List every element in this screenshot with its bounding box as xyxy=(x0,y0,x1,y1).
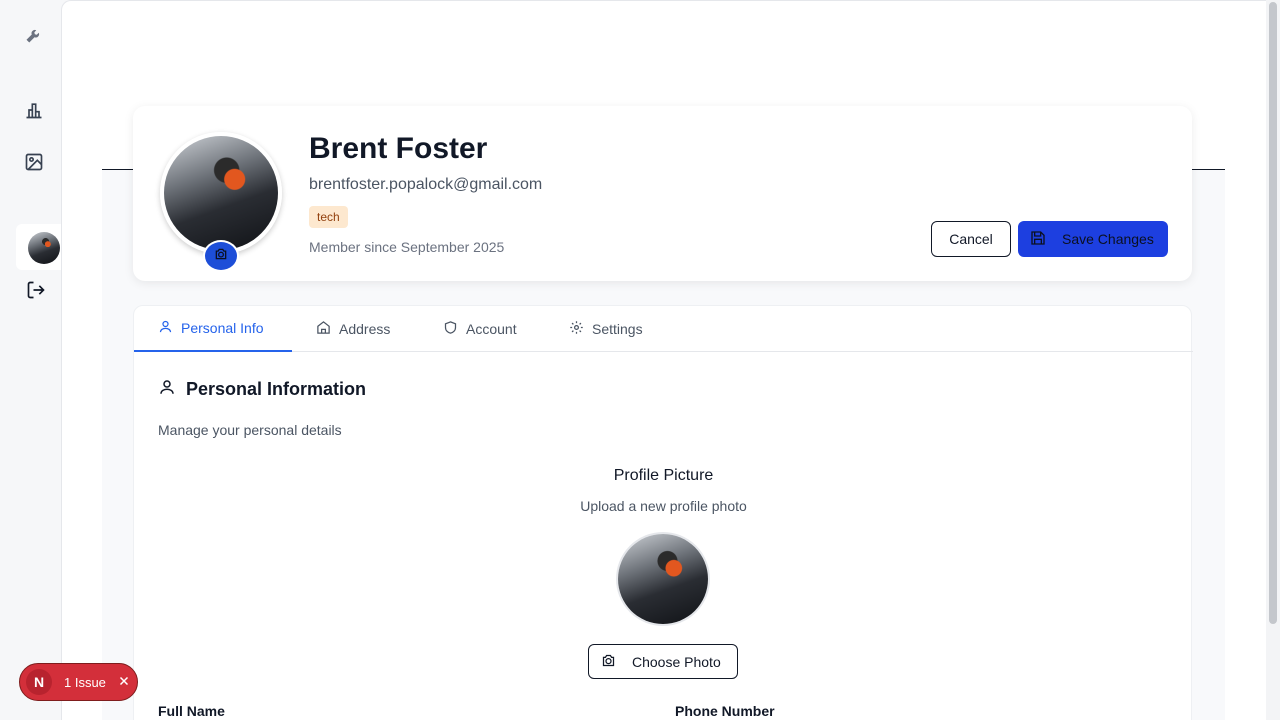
cancel-button[interactable]: Cancel xyxy=(931,221,1011,257)
tab-account[interactable]: Account xyxy=(443,306,517,352)
save-icon xyxy=(1030,230,1046,249)
camera-icon xyxy=(214,247,228,266)
role-badge: tech xyxy=(309,206,348,228)
tab-personal-info[interactable]: Personal Info xyxy=(134,306,292,352)
shield-icon xyxy=(443,320,458,338)
user-icon xyxy=(158,378,176,401)
issues-toast[interactable]: N 1 Issue xyxy=(19,663,138,701)
page-scrollbar[interactable] xyxy=(1266,0,1280,720)
change-avatar-button[interactable] xyxy=(203,240,239,272)
logout-icon[interactable] xyxy=(24,278,48,302)
profile-avatar xyxy=(160,132,282,254)
scrollbar-thumb[interactable] xyxy=(1269,2,1277,624)
section-subtitle: Manage your personal details xyxy=(158,422,342,438)
section-title: Personal Information xyxy=(158,378,366,401)
close-icon[interactable] xyxy=(118,675,130,690)
save-changes-button[interactable]: Save Changes xyxy=(1018,221,1168,257)
phone-number-label: Phone Number xyxy=(675,703,775,719)
image-icon[interactable] xyxy=(22,150,46,174)
profile-tabs-card: Personal Info Address Account Settings P… xyxy=(133,305,1193,720)
avatar xyxy=(28,232,60,264)
profile-header-card: Brent Foster brentfoster.popalock@gmail.… xyxy=(133,106,1192,281)
sidebar-profile-item[interactable] xyxy=(16,224,61,270)
tab-bar: Personal Info Address Account Settings xyxy=(134,306,1193,352)
full-name-label: Full Name xyxy=(158,703,225,719)
profile-picture-subtitle: Upload a new profile photo xyxy=(580,498,747,514)
user-icon xyxy=(158,319,173,337)
tab-address[interactable]: Address xyxy=(316,306,390,352)
profile-name: Brent Foster xyxy=(309,132,488,165)
issues-count: 1 Issue xyxy=(64,674,106,690)
profile-picture-preview xyxy=(616,532,710,626)
gear-icon xyxy=(569,320,584,338)
wrench-icon[interactable] xyxy=(22,23,46,47)
camera-icon xyxy=(601,653,616,671)
profile-picture-title: Profile Picture xyxy=(613,467,714,484)
bar-chart-icon[interactable] xyxy=(22,98,46,122)
profile-email: brentfoster.popalock@gmail.com xyxy=(309,176,543,193)
sidebar xyxy=(0,0,61,720)
n-logo-icon: N xyxy=(26,669,52,695)
save-button-label: Save Changes xyxy=(1062,231,1154,247)
home-icon xyxy=(316,320,331,338)
member-since: Member since September 2025 xyxy=(309,239,505,255)
tab-settings[interactable]: Settings xyxy=(569,306,643,352)
choose-photo-button[interactable]: Choose Photo xyxy=(588,644,738,679)
